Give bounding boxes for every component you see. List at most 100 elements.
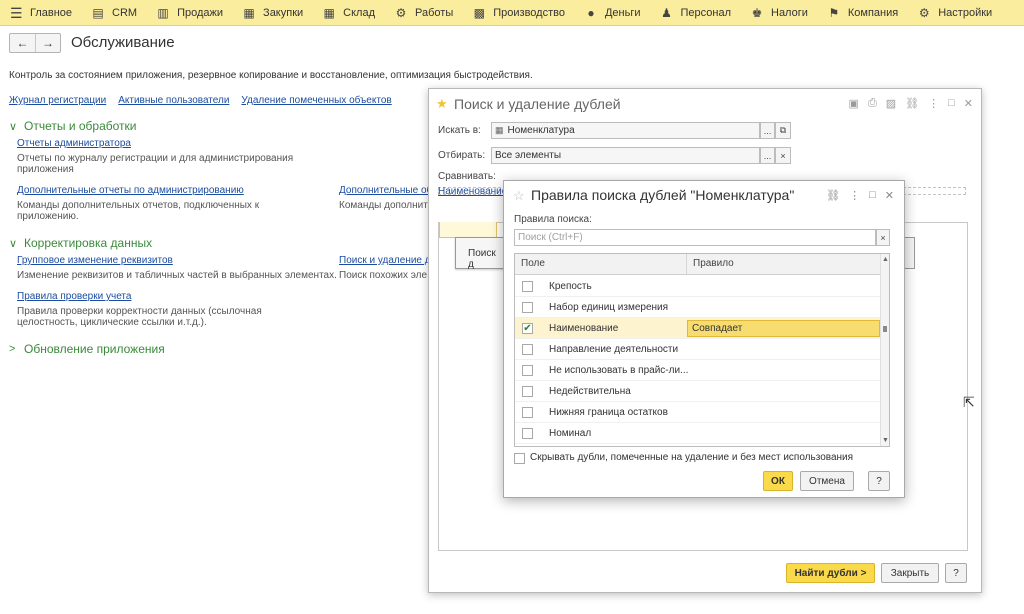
dialog-toolbar: ▣ ⎙ ▨ ⛓ ⋮ □ ✕ <box>849 97 973 110</box>
menu-item-4[interactable]: ▦ Склад <box>313 0 385 26</box>
link-extra-right[interactable]: Дополнительные об <box>339 185 432 196</box>
menu-item-9[interactable]: ♚ Налоги <box>741 0 818 26</box>
back-icon[interactable]: ← <box>10 34 35 52</box>
menu-item-2[interactable]: ▥ Продажи <box>147 0 233 26</box>
menu-item-8[interactable]: ♟ Персонал <box>651 0 742 26</box>
scroll-down-icon[interactable]: ▼ <box>882 437 889 444</box>
close-icon[interactable]: ✕ <box>885 189 894 202</box>
column-rule[interactable]: Правило <box>687 254 734 274</box>
link-icon[interactable]: ⛓ <box>905 97 919 110</box>
menu-label: Налоги <box>771 6 808 19</box>
table-row[interactable]: Не использовать в прайс-ли... <box>515 360 881 381</box>
menu-item-10[interactable]: ⚑ Компания <box>818 0 908 26</box>
maximize-icon[interactable]: □ <box>948 97 955 110</box>
production-icon: ▩ <box>473 5 485 20</box>
link-admin-reports[interactable]: Отчеты администратора <box>17 138 131 149</box>
search-in-field[interactable]: ▦ Номенклатура <box>491 122 760 139</box>
open-icon[interactable]: ⧉ <box>775 122 791 139</box>
more-icon[interactable]: ⋮ <box>849 189 860 202</box>
table-row[interactable]: Недействительна <box>515 381 881 402</box>
maximize-icon[interactable]: □ <box>869 189 876 202</box>
menu-label: Деньги <box>604 6 641 19</box>
row-checkbox[interactable] <box>522 406 533 418</box>
vertical-scrollbar[interactable]: ▲ ▼ <box>880 254 889 446</box>
menu-label: Компания <box>847 6 899 19</box>
field-name: Недействительна <box>549 385 631 397</box>
menu-label: Главное <box>30 6 73 19</box>
help-button[interactable]: ? <box>945 563 967 583</box>
section-reports[interactable]: ∨ Отчеты и обработки <box>9 119 136 133</box>
more-icon[interactable]: ⋮ <box>928 97 939 110</box>
filter-field[interactable]: Все элементы <box>491 147 760 164</box>
quick-links: Журнал регистрации Активные пользователи… <box>9 95 392 106</box>
active-tab[interactable] <box>439 222 497 238</box>
section-update[interactable]: > Обновление приложения <box>9 342 165 356</box>
rules-search-input[interactable]: Поиск (Ctrl+F) <box>514 229 876 246</box>
rule-value[interactable]: Совпадает <box>687 320 880 337</box>
help-button[interactable]: ? <box>868 471 890 491</box>
link-event-log[interactable]: Журнал регистрации <box>9 95 106 106</box>
forward-icon[interactable]: → <box>35 34 60 52</box>
cancel-button[interactable]: Отмена <box>800 471 854 491</box>
field-name: Номинал <box>549 427 592 439</box>
row-checkbox[interactable]: ✔ <box>522 322 533 334</box>
extra-reports-desc: Команды дополнительных отчетов, подключе… <box>17 200 260 222</box>
table-row[interactable]: ✔ Наименование Совпадает <box>515 318 881 339</box>
link-check-rules[interactable]: Правила проверки учета <box>17 291 131 302</box>
link-icon[interactable]: ⛓ <box>826 189 840 202</box>
field-name: Не использовать в прайс-ли... <box>549 364 689 376</box>
menu-label: CRM <box>112 6 138 19</box>
row-checkbox[interactable] <box>522 364 533 376</box>
preview-icon[interactable]: ▨ <box>886 97 896 110</box>
row-checkbox[interactable] <box>522 280 533 292</box>
row-checkbox[interactable] <box>522 343 533 355</box>
menu-item-0[interactable]: ☰ Главное <box>0 0 82 26</box>
menu-item-6[interactable]: ▩ Производство <box>463 0 575 26</box>
button-stub <box>905 237 915 269</box>
link-group-change[interactable]: Групповое изменение реквизитов <box>17 255 173 266</box>
section-correction[interactable]: ∨ Корректировка данных <box>9 236 152 250</box>
menu-item-1[interactable]: ▤ CRM <box>82 0 147 26</box>
select-button[interactable]: ... <box>760 147 775 164</box>
menu-label: Персонал <box>680 6 732 19</box>
menu-item-3[interactable]: ▦ Закупки <box>233 0 313 26</box>
search-dupes-button[interactable]: Поиск д <box>455 237 505 270</box>
dialog-title: Правила поиска дублей "Номенклатура" <box>531 187 795 203</box>
row-checkbox[interactable] <box>522 385 533 397</box>
table-row[interactable]: Набор единиц измерения <box>515 297 881 318</box>
ok-button[interactable]: ОК <box>763 471 793 491</box>
hide-duplicates-checkbox[interactable] <box>514 453 525 464</box>
rules-label: Правила поиска: <box>514 214 592 225</box>
table-row[interactable]: Нижняя граница остатков <box>515 402 881 423</box>
close-button[interactable]: Закрыть <box>881 563 939 583</box>
scroll-thumb[interactable] <box>883 326 887 332</box>
link-delete-marked[interactable]: Удаление помеченных объектов <box>241 95 391 106</box>
close-icon[interactable]: ✕ <box>964 97 973 110</box>
clear-icon[interactable]: × <box>775 147 791 164</box>
find-duplicates-button[interactable]: Найти дубли > <box>786 563 875 583</box>
favorite-star-icon[interactable]: ☆ <box>513 188 525 204</box>
link-find-dupes[interactable]: Поиск и удаление д <box>339 255 431 266</box>
column-field[interactable]: Поле <box>515 254 687 274</box>
money-icon: ● <box>587 5 595 20</box>
link-active-users[interactable]: Активные пользователи <box>118 95 229 106</box>
favorite-star-icon[interactable]: ★ <box>436 96 448 112</box>
print-icon[interactable]: ⎙ <box>868 97 877 110</box>
table-row[interactable]: Направление деятельности <box>515 339 881 360</box>
clear-icon[interactable]: × <box>876 229 890 246</box>
menu-item-7[interactable]: ● Деньги <box>575 0 651 26</box>
table-row[interactable]: Крепость <box>515 276 881 297</box>
compare-link[interactable]: Наименование <box>438 186 507 197</box>
taxes-icon: ♚ <box>751 5 763 20</box>
save-icon[interactable]: ▣ <box>849 97 859 110</box>
link-extra-reports[interactable]: Дополнительные отчеты по администрирован… <box>17 185 244 196</box>
catalog-icon: ▦ <box>495 125 504 135</box>
row-checkbox[interactable] <box>522 301 533 313</box>
field-name: Нижняя граница остатков <box>549 406 668 418</box>
select-button[interactable]: ... <box>760 122 775 139</box>
row-checkbox[interactable] <box>522 427 533 439</box>
table-row[interactable]: Номинал <box>515 423 881 444</box>
menu-item-5[interactable]: ⚙ Работы <box>385 0 463 26</box>
menu-item-11[interactable]: ⚙ Настройки <box>908 0 1002 26</box>
scroll-up-icon[interactable]: ▲ <box>882 256 889 263</box>
